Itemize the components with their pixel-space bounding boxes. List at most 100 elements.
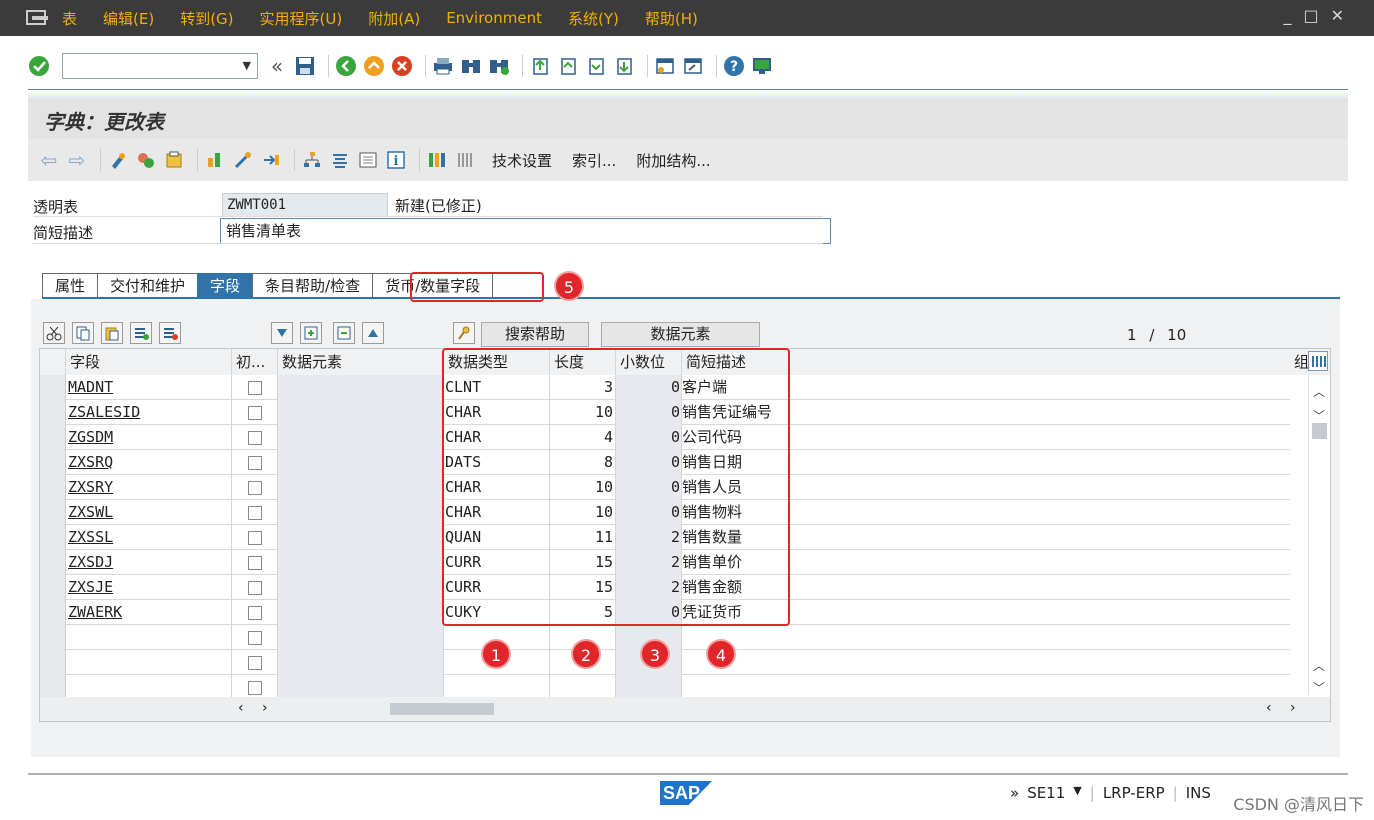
initial-values-checkbox[interactable]	[248, 681, 262, 695]
columns-icon[interactable]	[454, 149, 476, 171]
menu-item-table[interactable]: 表	[62, 8, 77, 29]
menu-item-edit[interactable]: 编辑(E)	[103, 8, 154, 29]
row-selector[interactable]	[40, 600, 66, 625]
field-name-link[interactable]: ZSALESID	[68, 403, 140, 421]
other-object-icon[interactable]	[163, 149, 185, 171]
field-cell[interactable]: ZXSRQ	[66, 450, 232, 475]
row-selector[interactable]	[40, 475, 66, 500]
last-row-icon[interactable]	[362, 322, 384, 344]
column-settings-icon[interactable]	[1308, 351, 1328, 371]
info-icon[interactable]: i	[385, 149, 407, 171]
initial-values-checkbox[interactable]	[248, 406, 262, 420]
maximize-icon[interactable]: □	[1303, 6, 1318, 25]
field-name-link[interactable]: ZGSDM	[68, 428, 113, 446]
layout-icon[interactable]	[426, 149, 448, 171]
row-selector[interactable]	[40, 425, 66, 450]
tab-delivery-maintenance[interactable]: 交付和维护	[97, 273, 199, 298]
data-element-cell[interactable]	[278, 400, 444, 425]
short-description-input[interactable]: 销售清单表	[220, 218, 831, 244]
chevron-down-icon[interactable]: ▼	[1073, 784, 1081, 802]
technical-settings-button[interactable]: 技术设置	[492, 150, 552, 171]
data-element-cell[interactable]	[278, 500, 444, 525]
paste-icon[interactable]	[101, 322, 123, 344]
arrow-right-icon[interactable]: ⇨	[66, 148, 88, 172]
menu-item-extras[interactable]: 附加(A)	[368, 8, 420, 29]
previous-page-icon[interactable]	[557, 55, 579, 77]
tab-fields[interactable]: 字段	[197, 273, 254, 298]
next-row-icon[interactable]	[333, 322, 355, 344]
previous-row-icon[interactable]	[300, 322, 322, 344]
search-help-button[interactable]: 搜索帮助	[481, 322, 589, 347]
initial-values-checkbox[interactable]	[248, 531, 262, 545]
menu-item-help[interactable]: 帮助(H)	[645, 8, 698, 29]
data-element-cell[interactable]	[278, 475, 444, 500]
scroll-down-icon[interactable]: ﹀	[1313, 407, 1325, 424]
row-selector[interactable]	[40, 375, 66, 400]
save-icon[interactable]	[294, 55, 316, 77]
field-name-link[interactable]: ZXSWL	[68, 503, 113, 521]
row-selector[interactable]	[40, 525, 66, 550]
initial-values-checkbox[interactable]	[248, 481, 262, 495]
scroll-left-icon[interactable]: ‹	[1266, 700, 1272, 716]
field-cell[interactable]: ZGSDM	[66, 425, 232, 450]
field-name-link[interactable]: ZXSSL	[68, 528, 113, 546]
data-element-button[interactable]: 数据元素	[601, 322, 760, 347]
column-header-initial[interactable]: 初...	[232, 349, 278, 375]
transaction-code[interactable]: SE11	[1027, 784, 1065, 802]
command-field[interactable]: ▼	[62, 53, 258, 79]
tab-attributes[interactable]: 属性	[42, 273, 99, 298]
double-chevron-left-icon[interactable]: «	[266, 54, 288, 78]
insert-mode[interactable]: INS	[1186, 784, 1211, 802]
insert-row-icon[interactable]	[130, 322, 152, 344]
data-element-cell[interactable]	[278, 625, 444, 650]
binoculars-icon[interactable]	[460, 55, 482, 77]
initial-values-checkbox[interactable]	[248, 506, 262, 520]
initial-values-checkbox[interactable]	[248, 656, 262, 670]
column-header-field[interactable]: 字段	[66, 349, 232, 375]
data-element-cell[interactable]	[278, 525, 444, 550]
shortcut-icon[interactable]	[682, 55, 704, 77]
back-icon[interactable]	[335, 55, 357, 77]
check-object-icon[interactable]	[204, 149, 226, 171]
copy-icon[interactable]	[72, 322, 94, 344]
active-inactive-icon[interactable]	[135, 149, 157, 171]
initial-values-checkbox[interactable]	[248, 381, 262, 395]
data-element-cell[interactable]	[278, 550, 444, 575]
last-page-icon[interactable]	[613, 55, 635, 77]
field-cell[interactable]: ZWAERK	[66, 600, 232, 625]
data-element-cell[interactable]	[278, 425, 444, 450]
key-icon[interactable]	[453, 322, 475, 344]
find-next-icon[interactable]	[488, 55, 510, 77]
scroll-left-icon[interactable]: ‹	[238, 700, 244, 716]
append-structure-button[interactable]: 附加结构...	[636, 150, 710, 171]
row-selector[interactable]	[40, 625, 66, 650]
scroll-up-icon[interactable]: ︿	[1313, 383, 1325, 400]
scroll-up-icon[interactable]: ︿	[1313, 657, 1325, 674]
initial-values-checkbox[interactable]	[248, 431, 262, 445]
tab-entry-help-check[interactable]: 条目帮助/检查	[252, 273, 374, 298]
field-name-link[interactable]: MADNT	[68, 378, 113, 396]
monitor-icon[interactable]	[751, 55, 773, 77]
first-row-icon[interactable]	[271, 322, 293, 344]
field-name-link[interactable]: ZXSRQ	[68, 453, 113, 471]
short-description-cell[interactable]	[682, 650, 1290, 675]
field-cell[interactable]	[66, 650, 232, 675]
status-expand-icon[interactable]: »	[1010, 784, 1019, 802]
menu-item-goto[interactable]: 转到(G)	[180, 8, 233, 29]
field-cell[interactable]: ZXSWL	[66, 500, 232, 525]
close-icon[interactable]: ✕	[1331, 6, 1344, 25]
vertical-scrollbar[interactable]: ︿ ﹀ ︿ ﹀	[1308, 375, 1330, 695]
scroll-thumb[interactable]	[1312, 423, 1327, 439]
initial-values-checkbox[interactable]	[248, 581, 262, 595]
menu-item-environment[interactable]: Environment	[446, 9, 542, 27]
indexes-button[interactable]: 索引...	[572, 150, 616, 171]
horizontal-scrollbar[interactable]: ‹ › ‹ ›	[40, 697, 1330, 721]
first-page-icon[interactable]	[529, 55, 551, 77]
initial-values-checkbox[interactable]	[248, 606, 262, 620]
field-cell[interactable]: ZXSJE	[66, 575, 232, 600]
scroll-down-icon[interactable]: ﹀	[1313, 679, 1325, 696]
exit-icon[interactable]	[363, 55, 385, 77]
field-name-link[interactable]: ZWAERK	[68, 603, 122, 621]
chevron-down-icon[interactable]: ▼	[243, 59, 251, 72]
delete-row-icon[interactable]	[159, 322, 181, 344]
